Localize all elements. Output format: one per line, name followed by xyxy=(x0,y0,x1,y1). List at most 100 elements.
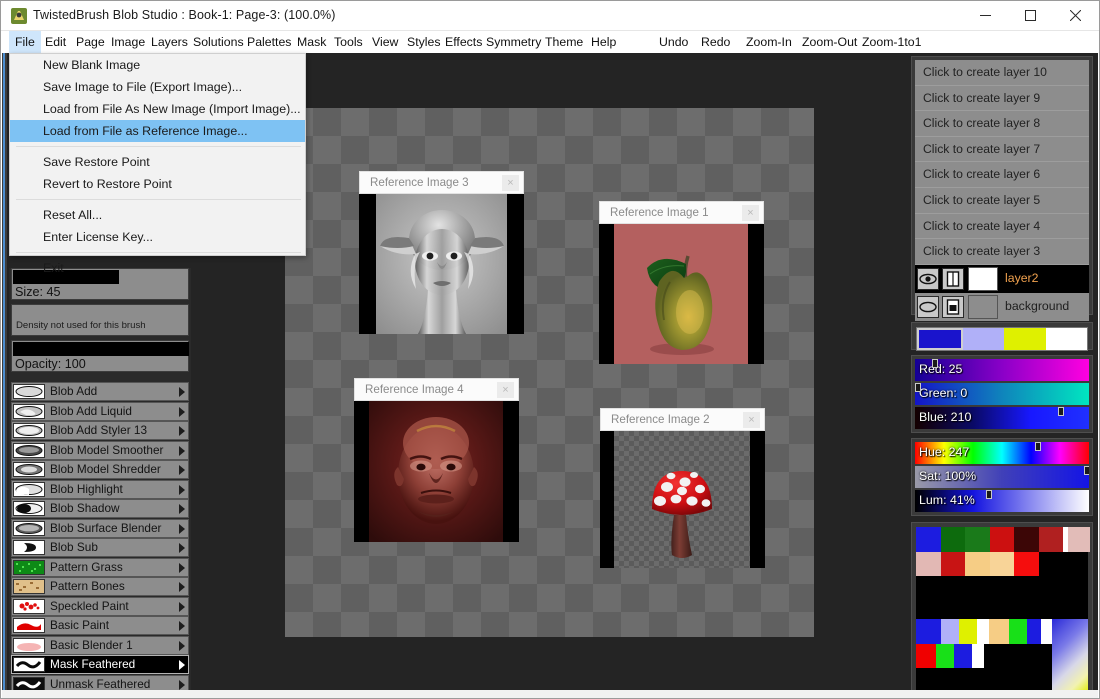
create-layer-5[interactable]: Click to create layer 5 xyxy=(915,187,1089,214)
chevron-right-icon[interactable] xyxy=(179,387,185,397)
menu-item-save-image-to-file[interactable]: Save Image to File (Export Image)... xyxy=(10,76,305,98)
palette-grid[interactable] xyxy=(916,527,1090,693)
create-layer-6[interactable]: Click to create layer 6 xyxy=(915,162,1089,188)
saturation-slider[interactable]: Sat: 100% xyxy=(915,466,1089,488)
layer-row-background[interactable]: background xyxy=(915,292,1089,321)
minimize-button[interactable] xyxy=(963,1,1008,30)
palette-cell[interactable] xyxy=(954,643,972,668)
menu-zoom-in[interactable]: Zoom-In xyxy=(740,31,798,53)
chevron-right-icon[interactable] xyxy=(179,504,185,514)
chevron-right-icon[interactable] xyxy=(179,406,185,417)
color-swatch-light[interactable] xyxy=(962,328,1004,350)
menu-theme[interactable]: Theme xyxy=(539,31,589,53)
reference-window-1[interactable]: Reference Image 1 × xyxy=(599,201,764,364)
palette-cell[interactable] xyxy=(965,551,990,576)
reference-window-4-close-icon[interactable]: × xyxy=(497,382,514,398)
palette-cell[interactable] xyxy=(972,643,984,668)
palette-cell[interactable] xyxy=(916,527,941,552)
menu-item-exit[interactable]: Exit xyxy=(10,257,305,279)
chevron-right-icon[interactable] xyxy=(179,582,185,592)
maximize-button[interactable] xyxy=(1008,1,1053,30)
reference-window-1-close-icon[interactable]: × xyxy=(742,205,759,221)
menu-edit[interactable]: Edit xyxy=(39,31,72,53)
brush-item-blob-sub[interactable]: Blob Sub xyxy=(11,538,189,557)
red-slider[interactable]: Red: 25 xyxy=(915,359,1089,381)
menu-item-load-as-reference-image[interactable]: Load from File as Reference Image... xyxy=(10,120,305,142)
menu-tools[interactable]: Tools xyxy=(328,31,369,53)
menu-item-load-as-new-image[interactable]: Load from File As New Image (Import Imag… xyxy=(10,98,305,120)
menu-item-revert-to-restore-point[interactable]: Revert to Restore Point xyxy=(10,173,305,195)
palette-cell[interactable] xyxy=(989,551,1014,576)
create-layer-9[interactable]: Click to create layer 9 xyxy=(915,85,1089,112)
brush-item-blob-add-liquid[interactable]: Blob Add Liquid xyxy=(11,401,189,421)
menu-palettes[interactable]: Palettes xyxy=(241,31,297,53)
palette-cell[interactable] xyxy=(976,619,989,644)
menu-item-new-blank-image[interactable]: New Blank Image xyxy=(10,54,305,76)
layer-thumbnail[interactable] xyxy=(968,294,998,319)
menu-redo[interactable]: Redo xyxy=(695,31,736,53)
hue-slider[interactable]: Hue: 247 xyxy=(915,442,1089,464)
menu-item-reset-all[interactable]: Reset All... xyxy=(10,204,305,226)
brush-item-pattern-bones[interactable]: Pattern Bones xyxy=(11,577,189,596)
blue-slider[interactable]: Blue: 210 xyxy=(915,407,1089,429)
palette-cell[interactable] xyxy=(989,527,1014,552)
chevron-right-icon[interactable] xyxy=(179,621,185,631)
palette-cell[interactable] xyxy=(1008,619,1027,644)
chevron-right-icon[interactable] xyxy=(179,660,185,670)
luminance-slider-knob[interactable] xyxy=(986,490,993,499)
menu-item-save-restore-point[interactable]: Save Restore Point xyxy=(10,151,305,173)
canvas[interactable]: Reference Image 3 × Reference Image 1 × … xyxy=(285,56,814,637)
reference-window-4-titlebar[interactable]: Reference Image 4 × xyxy=(354,378,519,401)
palette-cell[interactable] xyxy=(936,643,954,668)
file-menu-dropdown[interactable]: New Blank Image Save Image to File (Expo… xyxy=(9,53,306,275)
reference-window-3-titlebar[interactable]: Reference Image 3 × xyxy=(359,171,524,194)
chevron-right-icon[interactable] xyxy=(179,465,185,475)
reference-window-1-titlebar[interactable]: Reference Image 1 × xyxy=(599,201,764,224)
palette-cell[interactable] xyxy=(1014,527,1039,552)
palette-cell[interactable] xyxy=(1038,527,1063,552)
brush-item-pattern-grass[interactable]: Pattern Grass xyxy=(11,557,189,577)
menu-zoom-out[interactable]: Zoom-Out xyxy=(796,31,863,53)
chevron-right-icon[interactable] xyxy=(179,445,185,456)
brush-item-basic-paint[interactable]: Basic Paint xyxy=(11,616,189,635)
palette-cell[interactable] xyxy=(1068,527,1090,552)
palette-cell[interactable] xyxy=(940,619,959,644)
red-slider-knob[interactable] xyxy=(932,359,939,368)
create-layer-7[interactable]: Click to create layer 7 xyxy=(915,136,1089,163)
chevron-right-icon[interactable] xyxy=(179,426,185,436)
brush-item-blob-surface-blender[interactable]: Blob Surface Blender xyxy=(11,518,189,538)
reference-window-4[interactable]: Reference Image 4 × xyxy=(354,378,519,542)
palette-cell[interactable] xyxy=(1026,619,1041,644)
opacity-slider[interactable]: Opacity: 100 xyxy=(11,340,189,372)
chevron-right-icon[interactable] xyxy=(179,523,185,534)
page-filled-icon[interactable] xyxy=(942,295,964,318)
menu-symmetry[interactable]: Symmetry xyxy=(480,31,547,53)
palette-cell[interactable] xyxy=(916,551,941,576)
brush-item-basic-blender-1[interactable]: Basic Blender 1 xyxy=(11,635,189,655)
brush-item-speckled-paint[interactable]: Speckled Paint xyxy=(11,596,189,616)
reference-window-2[interactable]: Reference Image 2 × xyxy=(600,408,765,568)
brush-item-blob-highlight[interactable]: Blob Highlight xyxy=(11,479,189,499)
create-layer-4[interactable]: Click to create layer 4 xyxy=(915,213,1089,240)
color-swatch-yellow[interactable] xyxy=(1004,328,1046,350)
create-layer-3[interactable]: Click to create layer 3 xyxy=(915,239,1089,265)
page-icon[interactable] xyxy=(942,267,964,290)
color-swatch-white[interactable] xyxy=(1045,328,1087,350)
palette-cell[interactable] xyxy=(965,527,990,552)
brush-item-blob-add-styler-13[interactable]: Blob Add Styler 13 xyxy=(11,421,189,440)
color-swatch-primary[interactable] xyxy=(917,328,963,350)
layer-thumbnail[interactable] xyxy=(968,266,998,291)
chevron-right-icon[interactable] xyxy=(179,484,185,495)
reference-window-2-titlebar[interactable]: Reference Image 2 × xyxy=(600,408,765,431)
menu-view[interactable]: View xyxy=(366,31,404,53)
brush-item-blob-model-smoother[interactable]: Blob Model Smoother xyxy=(11,440,189,460)
eye-open-icon[interactable] xyxy=(917,267,939,290)
hue-slider-knob[interactable] xyxy=(1035,442,1042,451)
palette-gradient[interactable] xyxy=(1052,619,1088,693)
chevron-right-icon[interactable] xyxy=(179,640,185,651)
reference-window-3-close-icon[interactable]: × xyxy=(502,175,519,191)
menu-help[interactable]: Help xyxy=(585,31,622,53)
palette-cell[interactable] xyxy=(940,551,965,576)
chevron-right-icon[interactable] xyxy=(179,562,185,573)
color-swatch-row[interactable] xyxy=(916,327,1088,351)
